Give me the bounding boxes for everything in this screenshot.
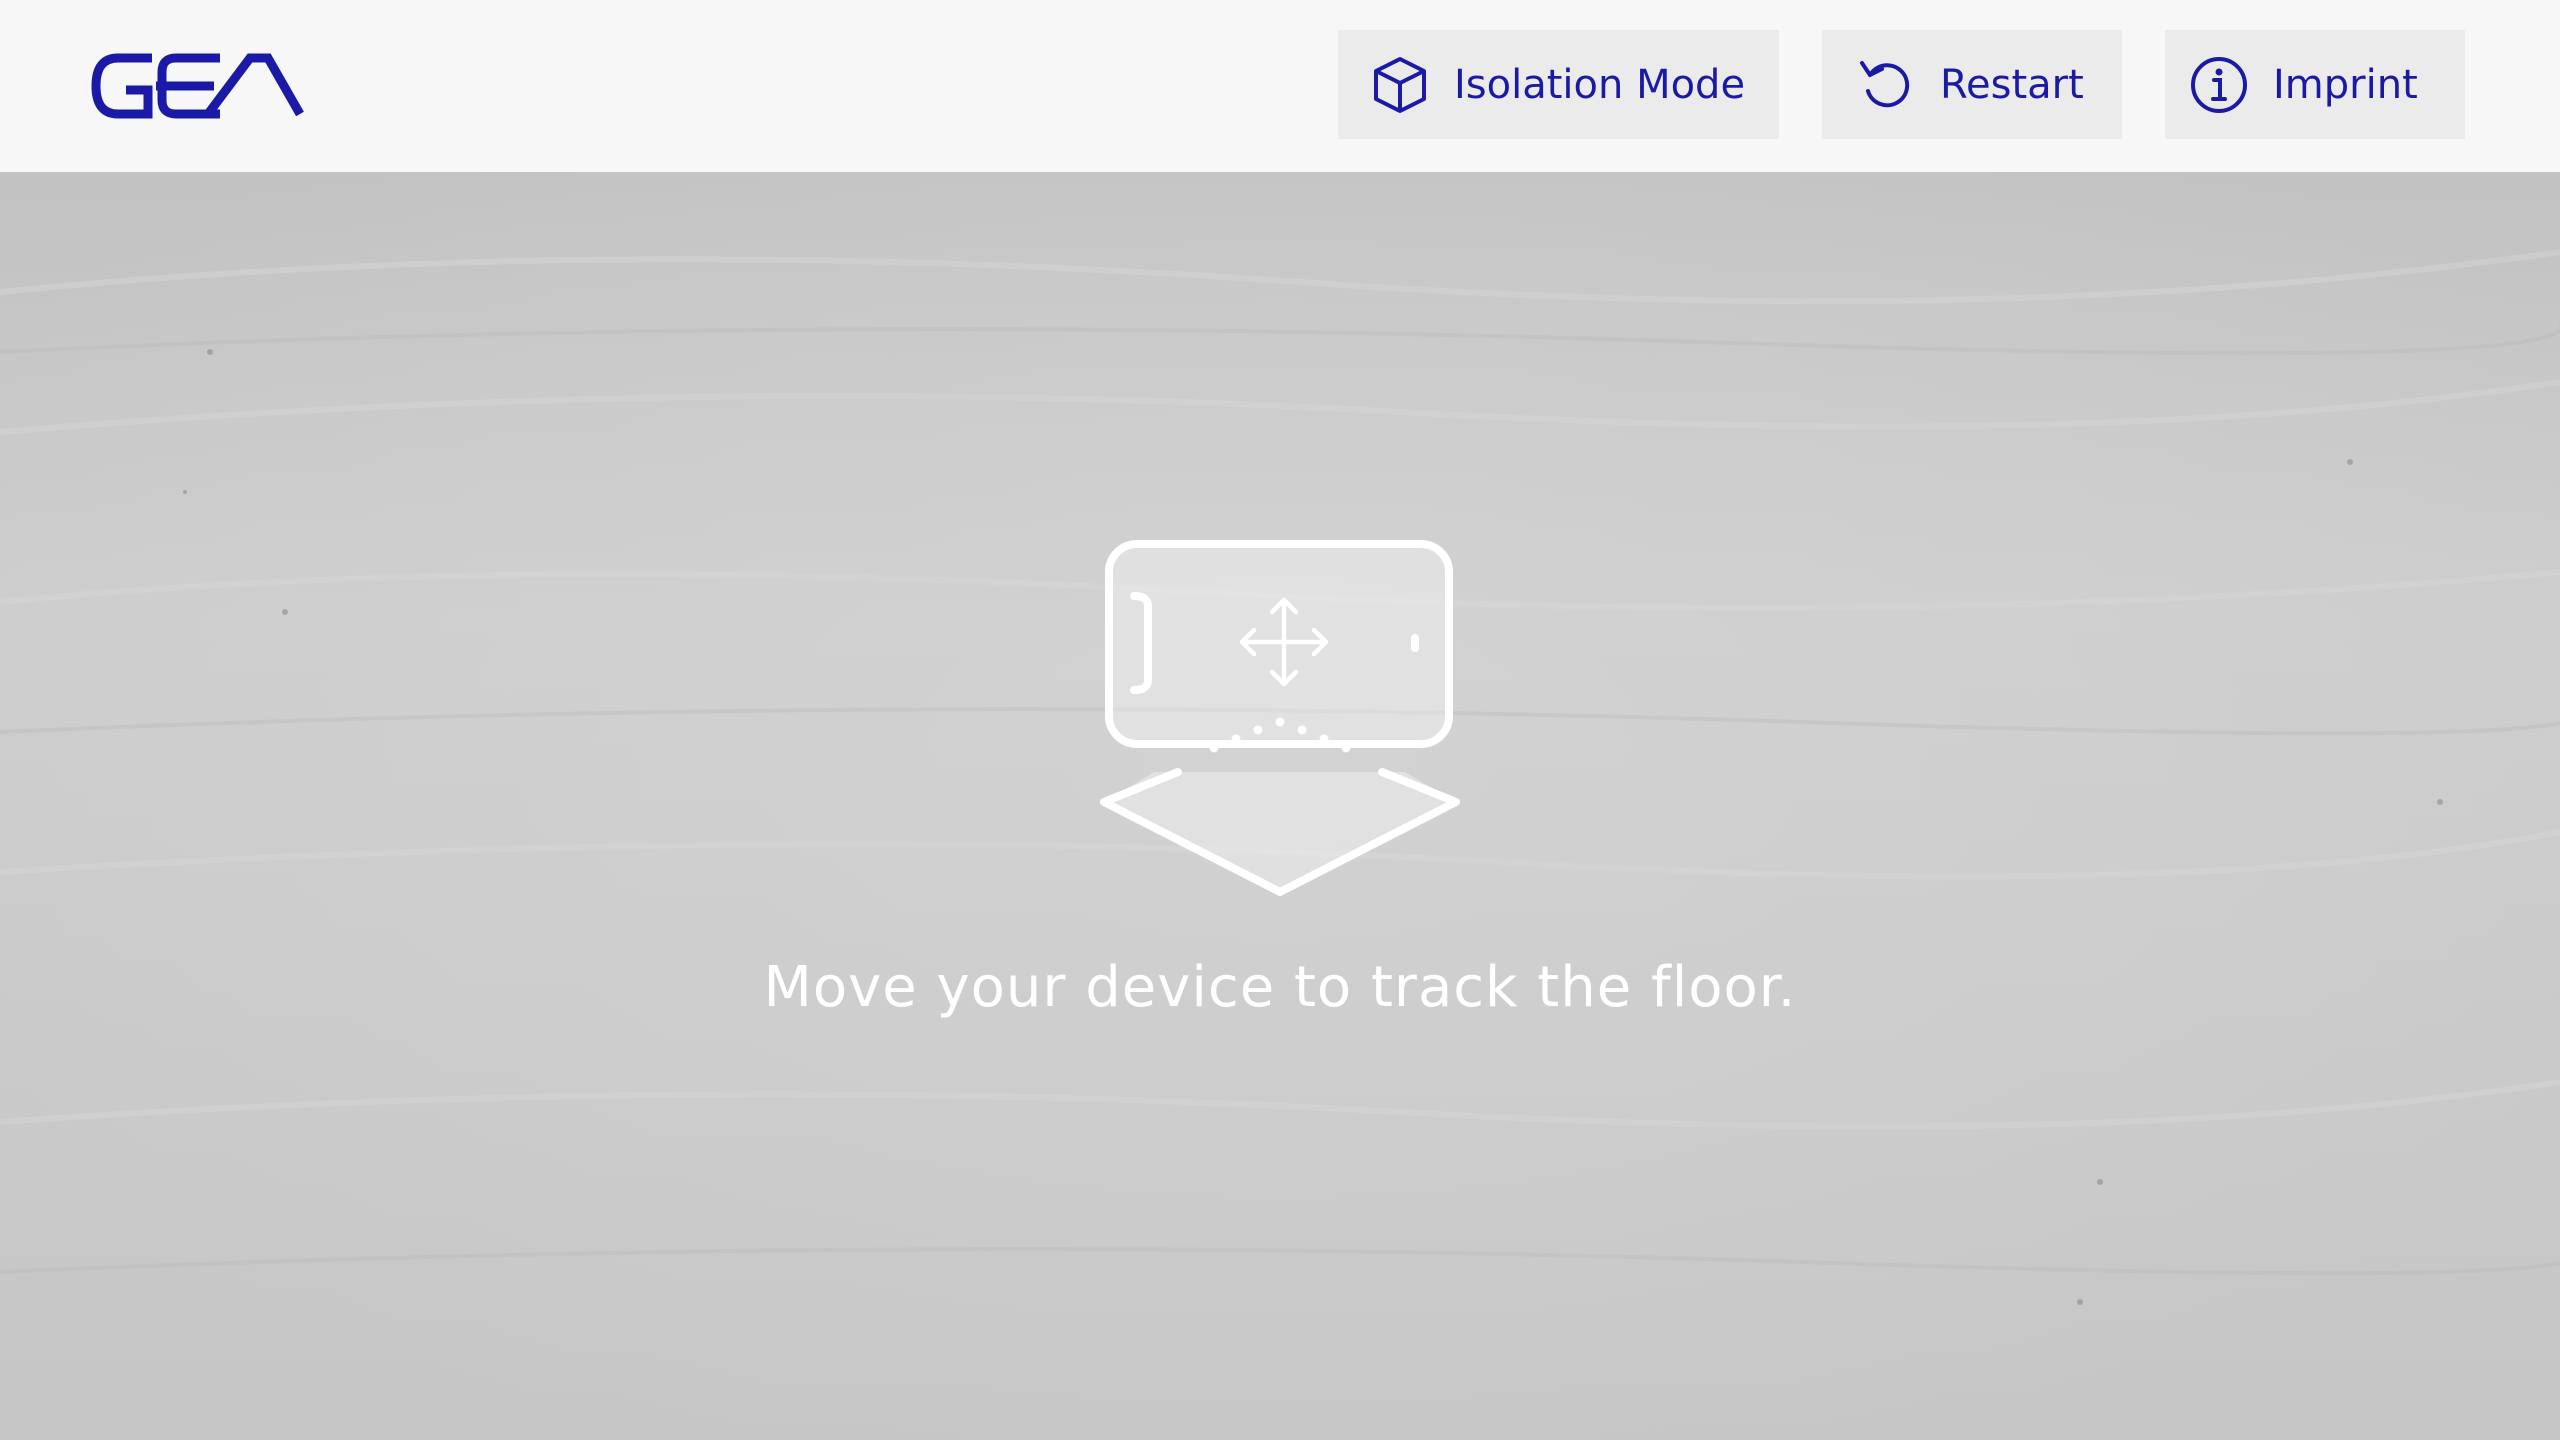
info-icon (2187, 53, 2251, 117)
restart-icon (1854, 53, 1918, 117)
gea-logo-graphic (91, 53, 304, 119)
phone-move-floor-icon (1100, 540, 1460, 900)
isolation-mode-button[interactable]: Isolation Mode (1338, 30, 1779, 139)
isolation-mode-label: Isolation Mode (1454, 61, 1746, 108)
imprint-label: Imprint (2273, 61, 2418, 108)
imprint-button[interactable]: Imprint (2165, 30, 2465, 139)
top-bar: Isolation Mode Restart Imprint (0, 0, 2560, 172)
tracking-hint-message: Move your device to track the floor. (763, 955, 1797, 1020)
ar-app-screen: Isolation Mode Restart Imprint Move your… (0, 0, 2560, 1440)
cube-icon (1368, 53, 1432, 117)
restart-button[interactable]: Restart (1822, 30, 2122, 139)
gea-logo (90, 50, 305, 122)
restart-label: Restart (1940, 61, 2084, 108)
